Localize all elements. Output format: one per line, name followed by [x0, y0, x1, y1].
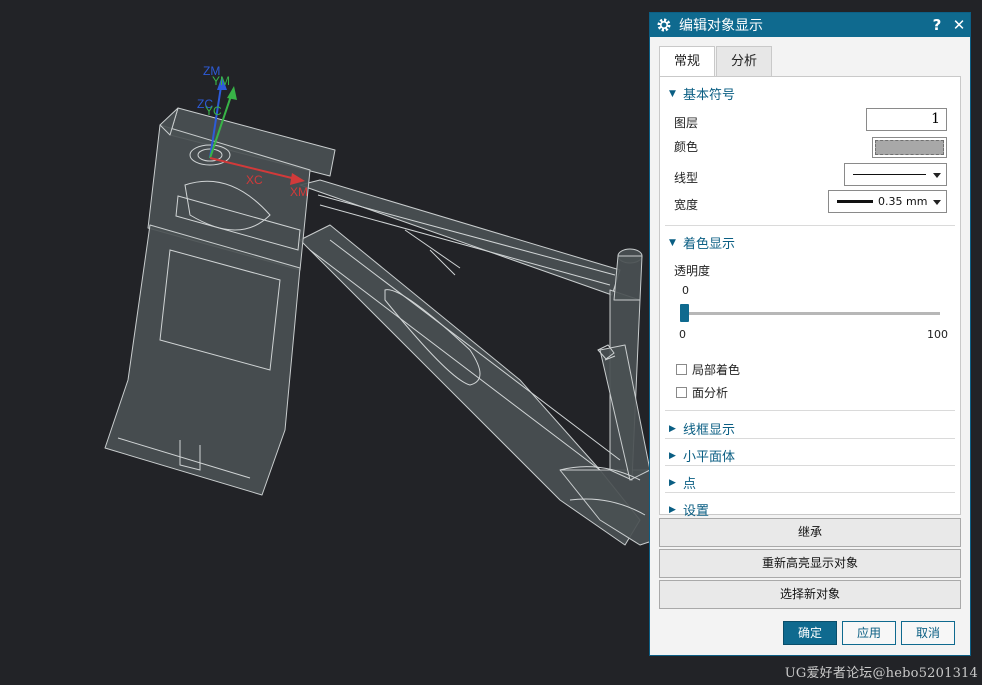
axis-label-ym: YM [212, 74, 230, 88]
edit-object-display-dialog: 编辑对象显示 ? ✕ 常规 分析 ▼ 基本符号 图层 1 颜色 线型 宽度 0.… [649, 12, 971, 656]
rehighlight-objects-button[interactable]: 重新高亮显示对象 [659, 549, 961, 578]
section-settings-label: 设置 [683, 504, 710, 519]
axis-label-xc: XC [246, 173, 263, 187]
section-facet-body-label: 小平面体 [683, 450, 736, 465]
section-point-label: 点 [683, 477, 697, 492]
collapsed-triangle-icon: ▶ [669, 423, 676, 434]
section-facet-body-header[interactable]: ▶ 小平面体 [669, 446, 735, 465]
thick-line-icon [837, 200, 873, 203]
inherit-button[interactable]: 继承 [659, 518, 961, 547]
face-analysis-checkbox[interactable] [676, 387, 687, 398]
layer-input-value: 1 [931, 111, 940, 127]
select-new-object-button[interactable]: 选择新对象 [659, 580, 961, 609]
expand-triangle-icon: ▼ [669, 237, 676, 248]
watermark-text: UG爱好者论坛@hebo5201314 [784, 666, 978, 681]
width-label: 宽度 [674, 198, 699, 212]
dialog-title: 编辑对象显示 [679, 18, 763, 34]
cancel-button[interactable]: 取消 [901, 621, 955, 645]
ok-button[interactable]: 确定 [783, 621, 837, 645]
section-divider [665, 438, 955, 439]
expand-triangle-icon: ▼ [669, 88, 676, 99]
section-settings-header[interactable]: ▶ 设置 [669, 500, 709, 519]
general-tab-panel: ▼ 基本符号 图层 1 颜色 线型 宽度 0.35 mm ▼ 着色显示 透明度 … [659, 76, 961, 519]
collapsed-triangle-icon: ▶ [669, 450, 676, 461]
section-divider [665, 225, 955, 226]
axis-label-xm: XM [290, 185, 308, 199]
tab-analysis[interactable]: 分析 [716, 46, 773, 76]
section-wireframe-header[interactable]: ▶ 线框显示 [669, 419, 735, 438]
transparency-slider-track[interactable] [684, 312, 940, 315]
section-shading-label: 着色显示 [683, 237, 736, 252]
collapsed-triangle-icon: ▶ [669, 477, 676, 488]
section-basic-symbol-header[interactable]: ▼ 基本符号 [669, 84, 735, 103]
face-analysis-label: 面分析 [692, 386, 729, 400]
partial-shading-checkbox[interactable] [676, 364, 687, 375]
solid-line-icon [853, 174, 926, 175]
layer-label: 图层 [674, 116, 699, 130]
help-button[interactable]: ? [926, 16, 948, 34]
axis-label-yc: YC [205, 104, 222, 118]
chevron-down-icon [933, 199, 941, 205]
section-point-header[interactable]: ▶ 点 [669, 473, 696, 492]
section-wireframe-label: 线框显示 [683, 423, 736, 438]
linetype-dropdown[interactable] [844, 163, 947, 186]
transparency-label: 透明度 [674, 264, 711, 278]
partial-shading-label: 局部着色 [692, 363, 741, 377]
dialog-tabs: 常规 分析 [659, 46, 773, 77]
width-value: 0.35 mm [878, 195, 928, 208]
section-divider [665, 465, 955, 466]
collapsed-triangle-icon: ▶ [669, 504, 676, 515]
color-swatch [875, 140, 944, 155]
dialog-titlebar[interactable]: 编辑对象显示 ? ✕ [650, 13, 970, 37]
color-label: 颜色 [674, 140, 699, 154]
layer-input[interactable]: 1 [866, 108, 947, 131]
color-swatch-button[interactable] [872, 137, 947, 158]
transparency-slider-handle[interactable] [680, 304, 689, 322]
gear-icon [657, 18, 671, 32]
section-divider [665, 492, 955, 493]
linetype-label: 线型 [674, 171, 699, 185]
tab-general[interactable]: 常规 [659, 46, 716, 77]
chevron-down-icon [933, 172, 941, 178]
section-divider [665, 410, 955, 411]
apply-button[interactable]: 应用 [842, 621, 896, 645]
close-button[interactable]: ✕ [948, 16, 970, 34]
width-dropdown[interactable]: 0.35 mm [828, 190, 947, 213]
transparency-value: 0 [682, 284, 689, 297]
section-basic-symbol-label: 基本符号 [683, 88, 736, 103]
slider-max-label: 100 [927, 328, 948, 341]
section-shading-header[interactable]: ▼ 着色显示 [669, 233, 735, 252]
slider-min-label: 0 [679, 328, 686, 341]
